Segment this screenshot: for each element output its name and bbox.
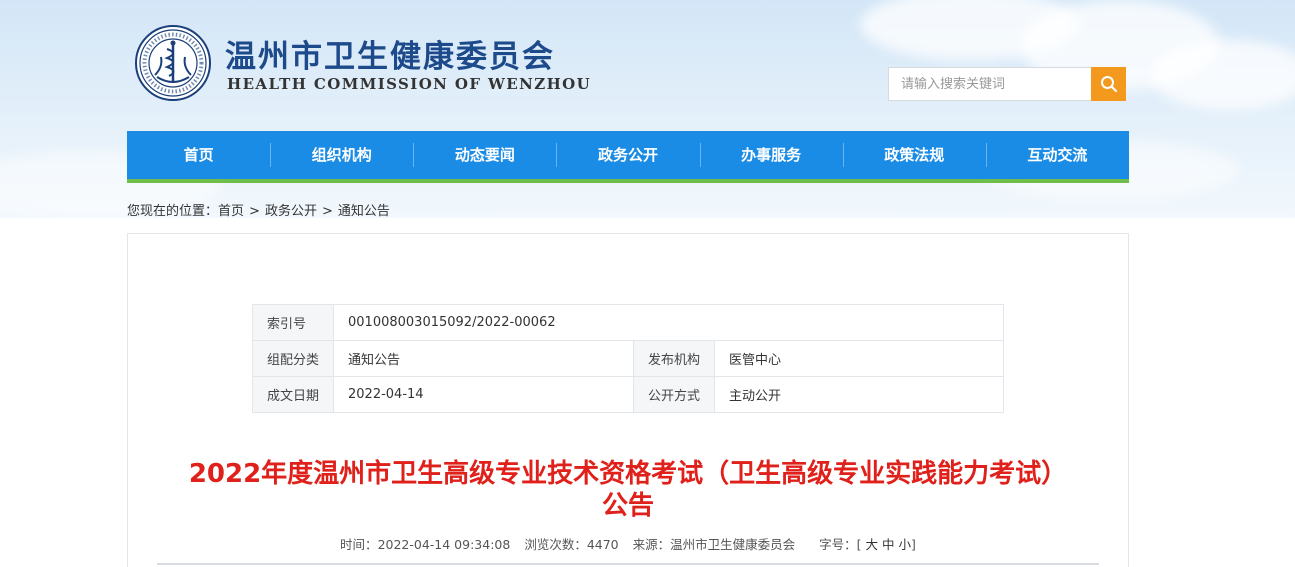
nav-item-government-affairs[interactable]: 政务公开 bbox=[556, 131, 699, 179]
site-title: 温州市卫生健康委员会 bbox=[225, 39, 555, 75]
site-logo[interactable]: 温州市卫生健康委员会 HEALTH COMMISSION OF WENZHOU bbox=[135, 25, 590, 105]
date-value: 2022-04-14 bbox=[333, 376, 635, 413]
main-nav: 首页 组织机构 动态要闻 政务公开 办事服务 政策法规 互动交流 bbox=[127, 131, 1129, 179]
views-label: 浏览次数： bbox=[524, 537, 587, 552]
article-title-line2: 公告 bbox=[601, 491, 654, 521]
index-label: 索引号 bbox=[251, 304, 335, 341]
article-title: 2022年度温州市卫生高级专业技术资格考试（卫生高级专业实践能力考试） 公告 bbox=[140, 458, 1116, 522]
time-label: 时间： bbox=[340, 537, 378, 552]
category-label: 组配分类 bbox=[251, 340, 335, 377]
font-size-large[interactable]: 大 bbox=[866, 537, 879, 552]
breadcrumb-government-affairs[interactable]: 政务公开 bbox=[265, 204, 317, 219]
breadcrumb-home[interactable]: 首页 bbox=[218, 204, 244, 219]
font-size-medium[interactable]: 中 bbox=[882, 537, 895, 552]
site-subtitle: HEALTH COMMISSION OF WENZHOU bbox=[227, 75, 592, 93]
search-input[interactable] bbox=[888, 67, 1091, 101]
health-commission-emblem-icon bbox=[135, 25, 211, 101]
nav-underline bbox=[127, 179, 1129, 183]
article-title-line1: 2022年度温州市卫生高级专业技术资格考试（卫生高级专业实践能力考试） bbox=[188, 459, 1068, 489]
font-size-bracket-close: ] bbox=[911, 537, 916, 552]
disclosure-value: 主动公开 bbox=[714, 376, 1004, 413]
search-bar bbox=[888, 67, 1126, 101]
source-label: 来源： bbox=[632, 537, 671, 552]
nav-item-policies[interactable]: 政策法规 bbox=[842, 131, 986, 179]
cloud-decoration bbox=[1150, 40, 1295, 110]
time-value: 2022-04-14 09:34:08 bbox=[377, 537, 511, 552]
table-row: 索引号 001008003015092/2022-00062 bbox=[251, 304, 1004, 341]
nav-item-news[interactable]: 动态要闻 bbox=[413, 131, 556, 179]
date-label: 成文日期 bbox=[251, 376, 335, 413]
breadcrumb-separator: > bbox=[249, 204, 260, 219]
article-info: 时间：2022-04-14 09:34:08 浏览次数：4470 来源：温州市卫… bbox=[127, 534, 1129, 553]
font-size-bracket-open: [ bbox=[856, 537, 862, 552]
search-button[interactable] bbox=[1091, 67, 1126, 101]
nav-item-services[interactable]: 办事服务 bbox=[699, 131, 843, 179]
nav-item-interaction[interactable]: 互动交流 bbox=[985, 131, 1129, 179]
nav-item-organization[interactable]: 组织机构 bbox=[270, 131, 413, 179]
font-size-label: 字号： bbox=[819, 537, 857, 552]
divider bbox=[157, 563, 1099, 565]
publisher-value: 医管中心 bbox=[714, 340, 1004, 377]
breadcrumb-notices[interactable]: 通知公告 bbox=[338, 204, 390, 219]
views-value: 4470 bbox=[586, 537, 619, 552]
index-value: 001008003015092/2022-00062 bbox=[333, 304, 1004, 341]
nav-item-home[interactable]: 首页 bbox=[127, 131, 270, 179]
publisher-label: 发布机构 bbox=[633, 340, 716, 377]
document-meta-table: 索引号 001008003015092/2022-00062 组配分类 通知公告… bbox=[251, 304, 1004, 413]
table-row: 组配分类 通知公告 发布机构 医管中心 bbox=[251, 340, 1004, 377]
source-value: 温州市卫生健康委员会 bbox=[670, 537, 796, 552]
breadcrumb: 您现在的位置：首页 > 政务公开 > 通知公告 bbox=[127, 200, 390, 219]
font-size-small[interactable]: 小 bbox=[899, 537, 912, 552]
disclosure-label: 公开方式 bbox=[633, 376, 716, 413]
breadcrumb-separator: > bbox=[321, 204, 333, 219]
breadcrumb-prefix: 您现在的位置： bbox=[127, 204, 219, 219]
category-value: 通知公告 bbox=[333, 340, 635, 377]
search-icon bbox=[1101, 76, 1118, 93]
table-row: 成文日期 2022-04-14 公开方式 主动公开 bbox=[251, 376, 1004, 413]
